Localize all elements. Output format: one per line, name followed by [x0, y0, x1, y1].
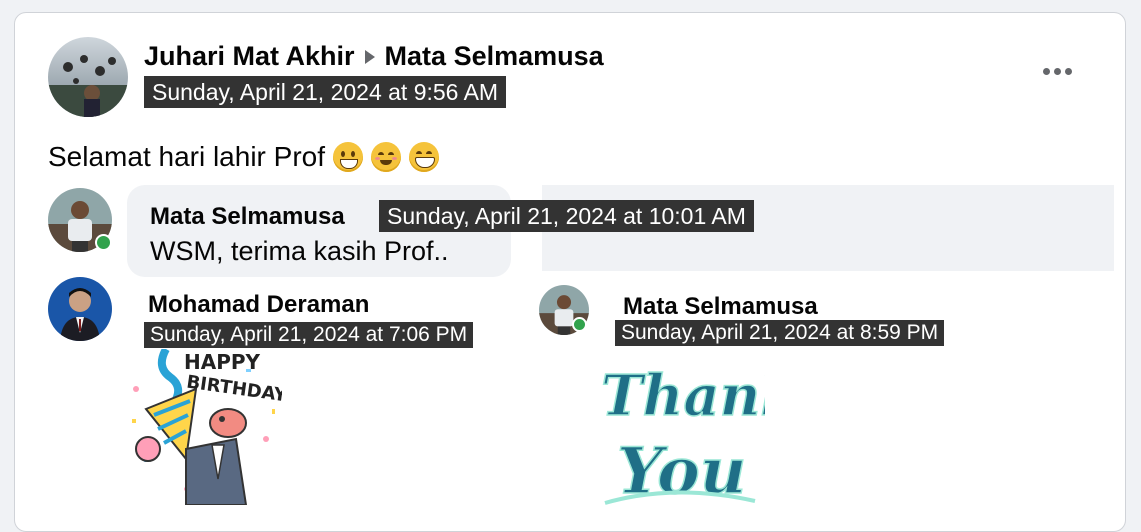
comment-author[interactable]: Mata Selmamusa	[150, 203, 345, 231]
post-target-name[interactable]: Mata Selmamusa	[385, 41, 604, 72]
smiling-face-icon	[371, 142, 402, 172]
comment-text: WSM, terima kasih Prof..	[150, 236, 449, 266]
comment-timestamp[interactable]: Sunday, April 21, 2024 at 10:01 AM	[379, 200, 754, 232]
sticker-text-line1: HAPPY	[184, 350, 261, 374]
post-header: Juhari Mat Akhir Mata Selmamusa	[144, 41, 604, 72]
thank-you-sticker[interactable]: Thank You	[595, 343, 800, 510]
post-timestamp[interactable]: Sunday, April 21, 2024 at 9:56 AM	[144, 76, 507, 108]
beaming-face-icon	[409, 142, 440, 172]
comment-timestamp[interactable]: Sunday, April 21, 2024 at 7:06 PM	[144, 322, 474, 348]
comment-author[interactable]: Mohamad Deraman	[148, 291, 369, 319]
happy-birthday-sticker[interactable]: HAPPY BIRTHDAY	[126, 347, 289, 506]
comment-author[interactable]: Mata Selmamusa	[623, 293, 818, 321]
grinning-face-icon	[333, 142, 364, 172]
online-status-dot	[572, 317, 587, 332]
post-author-avatar[interactable]	[48, 37, 128, 117]
sticker-text-line1: Thank	[601, 363, 765, 429]
post-text: Selamat hari lahir Prof	[48, 141, 326, 172]
post-author-name[interactable]: Juhari Mat Akhir	[144, 41, 355, 72]
post-card: Juhari Mat Akhir Mata Selmamusa Sunday, …	[14, 12, 1126, 532]
online-status-dot	[95, 234, 112, 251]
commenter-avatar[interactable]	[48, 277, 112, 341]
caret-right-icon	[364, 49, 375, 64]
post-text-row: Selamat hari lahir Prof	[48, 141, 440, 173]
more-options-icon[interactable]	[1043, 68, 1072, 75]
